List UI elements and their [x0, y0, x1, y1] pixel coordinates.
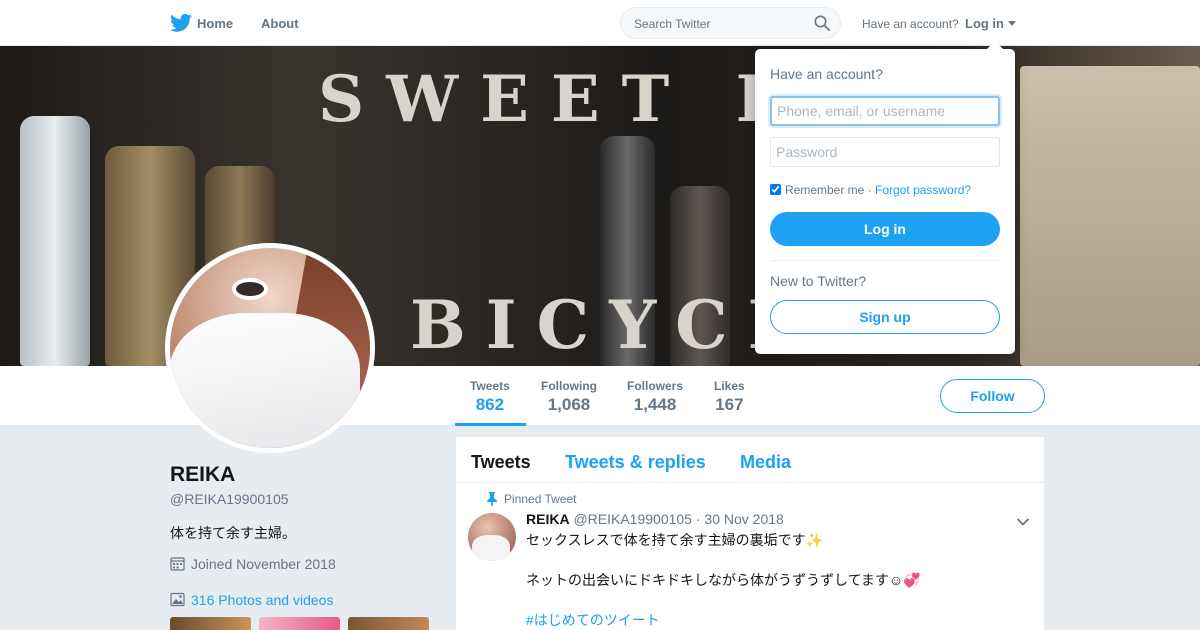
profile-joined: Joined November 2018 [170, 556, 336, 572]
remember-me-label[interactable]: Remember me [785, 183, 864, 197]
pin-icon [487, 492, 497, 506]
login-dropdown: Have an account? Remember me · Forgot pa… [755, 41, 1015, 354]
stat-following[interactable]: Following 1,068 [541, 379, 597, 415]
active-stat-underline [455, 423, 526, 426]
password-field[interactable] [770, 137, 1000, 167]
signup-button[interactable]: Sign up [770, 300, 1000, 334]
timeline: Tweets Tweets & replies Media Pinned Twe… [456, 437, 1044, 630]
tweet-author-handle[interactable]: @REIKA19900105 [573, 511, 692, 527]
stat-label: Following [541, 379, 597, 393]
image-icon [170, 592, 185, 607]
tweet-text-blank [526, 550, 921, 570]
tab-tweets[interactable]: Tweets [471, 452, 531, 473]
stat-label: Tweets [470, 379, 510, 393]
stat-label: Followers [627, 379, 684, 393]
search-box[interactable]: Search Twitter [620, 7, 841, 39]
stat-value: 1,448 [633, 395, 677, 414]
search-input[interactable]: Search Twitter [634, 17, 710, 31]
twitter-bird-icon[interactable] [170, 13, 192, 33]
banner-sign-text-top: SWEET L [318, 62, 803, 137]
dropdown-title: Have an account? [770, 66, 883, 82]
photos-videos-link[interactable]: 316 Photos and videos [170, 592, 333, 608]
chevron-down-icon[interactable] [1016, 517, 1030, 527]
have-account-text: Have an account? [862, 17, 959, 31]
remember-me-checkbox[interactable] [770, 184, 781, 195]
login-menu-link[interactable]: Log in [965, 16, 1004, 31]
profile-bio: 体を持て余す主婦。 [170, 525, 296, 541]
profile-avatar[interactable] [165, 243, 375, 453]
stat-tweets[interactable]: Tweets 862 [470, 379, 510, 415]
photo-thumbnail[interactable] [259, 617, 340, 630]
photo-thumbnail[interactable] [348, 617, 429, 630]
tweet-text-line: セックスレスで体を持て余す主婦の裏垢です✨ [526, 532, 824, 548]
tweet-header: REIKA @REIKA19900105 · 30 Nov 2018 [526, 511, 784, 527]
tweet-date[interactable]: 30 Nov 2018 [704, 511, 783, 527]
forgot-password-link[interactable]: Forgot password? [875, 183, 971, 197]
login-button[interactable]: Log in [770, 212, 1000, 246]
photo-thumbnail[interactable] [170, 617, 251, 630]
stat-value: 1,068 [547, 395, 591, 414]
avatar-eye-shape [232, 278, 268, 300]
pinned-tweet-text: Pinned Tweet [504, 492, 577, 506]
search-icon[interactable] [814, 15, 830, 31]
tweet-separator: · [695, 511, 701, 527]
pinned-tweet-label: Pinned Tweet [487, 492, 577, 506]
tweet-text: セックスレスで体を持て余す主婦の裏垢です✨ ネットの出会いにドキドキしながら体が… [526, 530, 921, 630]
follow-button[interactable]: Follow [940, 379, 1045, 413]
stat-value: 167 [715, 395, 744, 414]
tweet-author-name[interactable]: REIKA [526, 511, 570, 527]
nav-home-link[interactable]: Home [197, 16, 233, 31]
tab-tweets-replies[interactable]: Tweets & replies [565, 452, 706, 473]
spray-bottle-shape [20, 116, 90, 366]
tweet-avatar[interactable] [468, 513, 516, 561]
timeline-tabs: Tweets Tweets & replies Media [456, 437, 1044, 483]
menu-board-shape [1020, 66, 1200, 366]
stat-value: 862 [475, 395, 505, 414]
tweet-text-line: ネットの出会いにドキドキしながら体がうずうずしてます☺💞 [526, 572, 921, 588]
tab-media[interactable]: Media [740, 452, 791, 473]
tweet-text-blank [526, 590, 921, 610]
calendar-icon [170, 557, 185, 571]
banner-sign-text-bottom: BICYCL [410, 286, 815, 364]
joined-date-text: Joined November 2018 [191, 556, 336, 572]
avatar-photo [170, 248, 370, 448]
remember-row: Remember me · Forgot password? [770, 183, 971, 197]
username-field[interactable] [770, 96, 1000, 126]
dropdown-divider [770, 260, 1000, 261]
new-to-twitter-text: New to Twitter? [770, 273, 867, 289]
profile-name[interactable]: REIKA [170, 463, 235, 487]
tweet-hashtag-link[interactable]: #はじめてのツイート [526, 610, 921, 630]
chevron-down-icon[interactable] [1008, 21, 1016, 26]
remember-separator: · [867, 183, 872, 197]
avatar-mask-shape [170, 313, 360, 448]
profile-handle[interactable]: @REIKA19900105 [170, 491, 289, 507]
top-navigation: Home About Search Twitter Have an accoun… [0, 0, 1200, 46]
photos-videos-text[interactable]: 316 Photos and videos [191, 592, 333, 608]
stat-label: Likes [714, 379, 745, 393]
nav-about-link[interactable]: About [261, 16, 299, 31]
stat-followers[interactable]: Followers 1,448 [627, 379, 683, 415]
stat-likes[interactable]: Likes 167 [714, 379, 745, 415]
